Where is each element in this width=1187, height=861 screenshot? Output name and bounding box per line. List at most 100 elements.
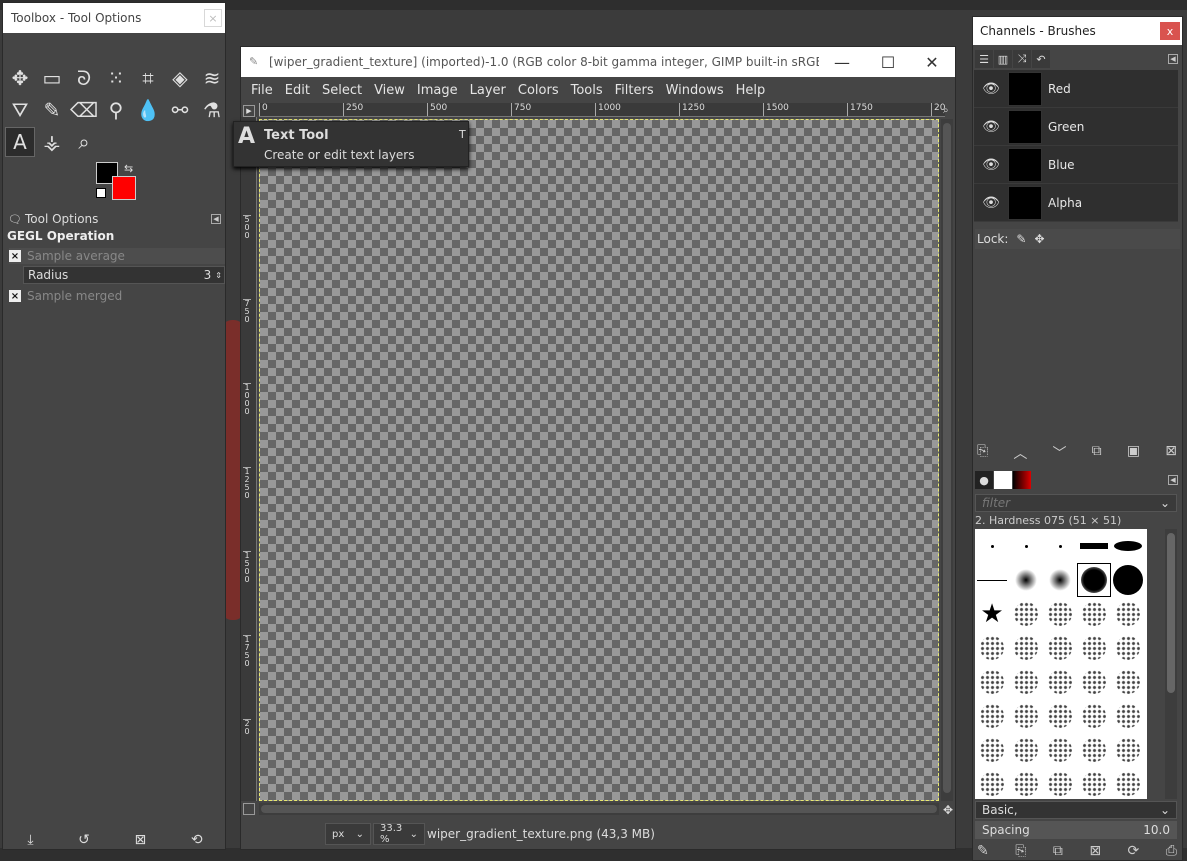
configure-tab-icon[interactable]: ◀ [1168, 54, 1178, 64]
brush-thumbnail[interactable] [1043, 665, 1077, 699]
brush-thumbnail[interactable] [1009, 529, 1043, 563]
brush-thumbnail[interactable] [1111, 699, 1145, 733]
patterns-tab-icon[interactable] [994, 471, 1012, 489]
horizontal-scroll-thumb[interactable] [261, 805, 937, 813]
brushes-tab-icon[interactable]: ● [975, 471, 993, 489]
brush-thumbnail[interactable] [975, 665, 1009, 699]
sample-average-checkbox[interactable]: × [9, 250, 21, 262]
delete-channel-icon[interactable]: ⊠ [1165, 443, 1177, 463]
rect-select-icon[interactable]: ▭ [37, 63, 67, 93]
edit-brush-icon[interactable]: ✎ [977, 843, 989, 859]
gradients-tab-icon[interactable] [1013, 471, 1031, 489]
channel-row[interactable]: 👁 Red [974, 70, 1178, 108]
brush-thumbnail[interactable] [1009, 699, 1043, 733]
channel-row[interactable]: 👁 Blue [974, 146, 1178, 184]
delete-brush-icon[interactable]: ⊠ [1089, 843, 1101, 859]
horizontal-scrollbar[interactable] [259, 803, 939, 815]
refresh-brushes-icon[interactable]: ⟳ [1128, 843, 1140, 859]
brush-thumbnail[interactable] [1043, 631, 1077, 665]
configure-tab-icon[interactable]: ◀ [1168, 475, 1178, 485]
paths-icon[interactable]: ⚯ [165, 95, 195, 125]
menu-windows[interactable]: Windows [660, 83, 730, 98]
minimize-button[interactable]: — [819, 47, 865, 77]
lower-channel-icon[interactable]: ﹀ [1053, 443, 1067, 463]
menu-edit[interactable]: Edit [279, 83, 316, 98]
menu-file[interactable]: File [245, 83, 279, 98]
sample-merged-checkbox[interactable]: × [9, 290, 21, 302]
toolbox-titlebar[interactable]: Toolbox - Tool Options [3, 3, 225, 33]
crop-icon[interactable]: ⌗ [133, 63, 163, 93]
close-button[interactable]: ✕ [909, 47, 955, 77]
brush-thumbnail[interactable] [1009, 597, 1043, 631]
swap-colors-icon[interactable]: ⇆ [124, 162, 133, 175]
menu-select[interactable]: Select [316, 83, 368, 98]
brush-thumbnail[interactable] [1077, 699, 1111, 733]
brush-thumbnail[interactable] [975, 631, 1009, 665]
brush-thumbnail[interactable] [1077, 597, 1111, 631]
menu-colors[interactable]: Colors [512, 83, 565, 98]
sample-merged-option[interactable]: × Sample merged [9, 289, 122, 303]
text-tool-icon[interactable]: A [5, 127, 35, 157]
channel-row[interactable]: 👁 Green [974, 108, 1178, 146]
dock-titlebar[interactable]: Channels - Brushes [973, 17, 1182, 45]
brush-thumbnail[interactable] [1077, 529, 1111, 563]
zoom-select[interactable]: 33.3 % ⌄ [373, 823, 425, 845]
lock-position-icon[interactable]: ✥ [1034, 232, 1044, 246]
toolbox-close-button[interactable]: × [204, 9, 222, 27]
vertical-ruler[interactable]: 2 5 05 0 07 5 01 0 0 01 2 5 01 5 0 01 7 … [241, 117, 257, 801]
image-menu-icon[interactable]: ▶ [243, 105, 255, 117]
menu-filters[interactable]: Filters [609, 83, 660, 98]
brush-grid[interactable]: ★ [975, 529, 1147, 799]
fuzzy-select-icon[interactable]: ⁙ [101, 63, 131, 93]
duplicate-brush-icon[interactable]: ⧉ [1053, 843, 1063, 859]
brush-thumbnail[interactable] [1111, 563, 1145, 597]
brush-scrollbar[interactable] [1165, 529, 1177, 799]
brush-thumbnail[interactable] [975, 699, 1009, 733]
brush-thumbnail[interactable] [1077, 733, 1111, 767]
brush-scroll-thumb[interactable] [1167, 533, 1175, 693]
new-brush-icon[interactable]: ⎘ [1015, 843, 1026, 859]
zoom-icon[interactable]: ⌕ [69, 127, 99, 157]
visibility-eye-icon[interactable]: 👁 [974, 119, 1008, 135]
brush-thumbnail[interactable] [975, 529, 1009, 563]
horizontal-ruler[interactable]: 02505007501000125015001750200 [259, 103, 945, 117]
brush-thumbnail[interactable] [975, 767, 1009, 799]
brush-set-select[interactable]: Basic, ⌄ [975, 801, 1177, 819]
brush-thumbnail[interactable] [1043, 699, 1077, 733]
eraser-icon[interactable]: ⌫ [69, 95, 99, 125]
transform-icon[interactable]: ◈ [165, 63, 195, 93]
image-canvas[interactable] [259, 119, 939, 801]
brush-thumbnail[interactable] [1043, 529, 1077, 563]
restore-options-icon[interactable]: ↺ [78, 832, 90, 848]
new-channel-icon[interactable]: ⎘ [977, 443, 988, 463]
visibility-eye-icon[interactable]: 👁 [974, 81, 1008, 97]
brush-thumbnail[interactable] [1111, 597, 1145, 631]
brush-thumbnail[interactable] [1077, 631, 1111, 665]
channels-tab-icon[interactable]: ▥ [994, 50, 1012, 68]
bucket-fill-icon[interactable]: ⛛ [5, 95, 35, 125]
menu-view[interactable]: View [368, 83, 411, 98]
brush-thumbnail[interactable] [1111, 529, 1145, 563]
channel-row[interactable]: 👁 Alpha [974, 184, 1178, 222]
clone-icon[interactable]: ⚲ [101, 95, 131, 125]
background-color-swatch[interactable] [112, 176, 136, 200]
brush-thumbnail[interactable] [1009, 563, 1043, 597]
sample-average-option[interactable]: × Sample average [9, 248, 225, 264]
paintbrush-icon[interactable]: ✎ [37, 95, 67, 125]
brush-thumbnail[interactable] [1009, 767, 1043, 799]
brush-thumbnail[interactable] [1111, 631, 1145, 665]
warp-icon[interactable]: ≋ [197, 63, 227, 93]
configure-tab-icon[interactable]: ◀ [211, 214, 221, 224]
brush-thumbnail[interactable] [1111, 767, 1145, 799]
filter-input[interactable]: filter ⌄ [975, 494, 1177, 512]
spinner-arrows-icon[interactable]: ⇕ [215, 271, 222, 280]
brush-thumbnail[interactable] [1077, 665, 1111, 699]
brush-thumbnail[interactable] [975, 733, 1009, 767]
brush-thumbnail[interactable] [1111, 733, 1145, 767]
zoom-fit-icon[interactable]: ⌕ [943, 105, 955, 117]
maximize-button[interactable]: ☐ [865, 47, 911, 77]
menu-image[interactable]: Image [411, 83, 464, 98]
brush-thumbnail[interactable] [1043, 597, 1077, 631]
unit-select[interactable]: px ⌄ [325, 823, 371, 845]
brush-thumbnail[interactable] [1077, 563, 1111, 597]
